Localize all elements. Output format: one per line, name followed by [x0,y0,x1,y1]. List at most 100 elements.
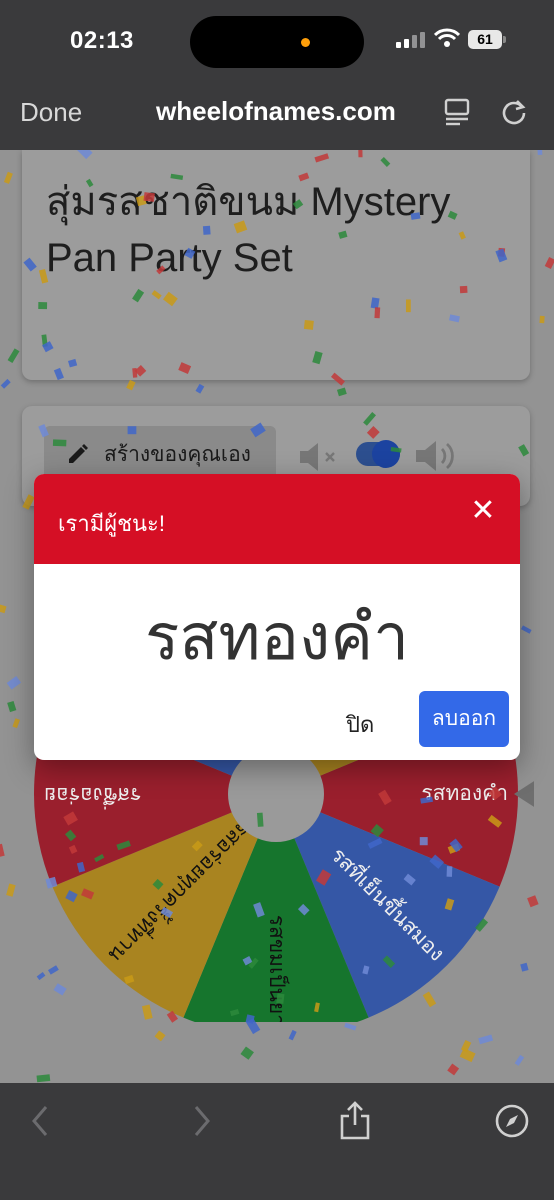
confetti-piece [233,220,248,234]
confetti-piece [518,444,530,457]
confetti-piece [447,1063,460,1076]
share-icon[interactable] [338,1101,372,1141]
confetti-piece [288,1029,297,1041]
close-icon[interactable]: ✕ [468,496,498,526]
confetti-piece [152,878,164,890]
confetti-piece [127,426,137,435]
confetti-piece [312,350,323,365]
confetti-piece [76,150,93,160]
confetti-piece [403,873,416,886]
confetti-piece [458,231,466,240]
confetti-piece [53,983,67,996]
dynamic-island [190,16,364,68]
confetti-piece [374,307,381,319]
confetti-piece [478,1034,494,1045]
confetti-piece [143,192,155,202]
confetti-piece [170,173,184,180]
confetti-piece [38,268,49,284]
reader-mode-icon[interactable] [444,98,470,126]
confetti-piece [520,962,529,972]
confetti-piece [45,876,58,889]
wifi-icon [434,28,460,47]
confetti-piece [405,299,411,313]
confetti-piece [410,212,421,220]
confetti-piece [184,247,196,259]
confetti-piece [422,991,437,1008]
close-button[interactable]: ปิด [346,707,374,742]
battery-cap [503,36,506,43]
confetti-piece [330,372,345,386]
confetti-piece [316,869,332,886]
confetti-piece [178,362,192,374]
confetti-piece [195,383,205,394]
recording-indicator [301,38,310,47]
confetti-piece [53,367,64,381]
confetti-piece [63,811,78,826]
confetti-piece [6,883,16,897]
back-icon[interactable] [28,1103,52,1139]
confetti-piece [76,861,86,873]
forward-icon[interactable] [190,1103,214,1139]
confetti-piece [459,285,468,294]
confetti-piece [240,1046,254,1060]
confetti-piece [123,974,135,985]
browser-top-bar: 02:13 61 Done wheelofnames.com [0,0,554,150]
confetti-piece [487,814,503,828]
confetti-piece [444,898,455,911]
confetti-piece [419,837,428,846]
confetti-piece [154,1030,166,1042]
confetti-piece [370,823,384,838]
confetti-piece [12,718,20,729]
confetti-piece [85,178,94,188]
confetti-piece [0,378,11,389]
confetti-piece [429,854,445,869]
confetti-piece [132,367,138,378]
winner-name: รสทองคำ [144,601,410,673]
confetti-piece [367,837,383,849]
compass-icon[interactable] [494,1103,530,1139]
confetti-piece [7,348,20,363]
confetti-piece [132,288,145,303]
confetti-piece [475,918,489,932]
browser-bottom-bar [0,1083,554,1200]
confetti-piece [116,840,131,851]
confetti-piece [521,625,532,634]
confetti-piece [448,314,460,323]
confetti-piece [191,840,203,852]
confetti-piece [527,895,539,908]
confetti-piece [363,412,377,426]
confetti-piece [0,604,7,614]
status-time: 02:13 [70,27,134,54]
confetti-piece [446,866,453,877]
confetti-piece [126,379,136,391]
confetti-piece [250,422,266,438]
confetti-piece [495,248,508,263]
confetti-piece [358,150,363,158]
confetti-piece [156,265,166,275]
confetti-piece [151,290,162,300]
confetti-piece [141,1004,153,1020]
done-button[interactable]: Done [20,97,82,128]
confetti-piece [68,358,78,368]
confetti-piece [537,150,543,156]
confetti-piece [163,291,178,307]
confetti-piece [539,315,545,324]
confetti-piece [314,153,330,163]
confetti-piece [65,890,78,903]
url-label[interactable]: wheelofnames.com [156,96,396,127]
confetti-piece [94,853,105,863]
reload-icon[interactable] [500,98,528,126]
confetti-piece [166,1010,179,1023]
confetti-piece [362,965,370,975]
winner-dialog-title: เรามีผู้ชนะ! [58,511,165,536]
confetti-piece [366,426,380,439]
winner-dialog: เรามีผู้ชนะ! ✕ รสทองคำ ปิด ลบออก [34,474,520,760]
confetti-piece [3,171,13,184]
confetti-piece [420,796,433,804]
remove-button[interactable]: ลบออก [419,691,509,747]
confetti-piece [380,156,391,167]
confetti-piece [276,993,285,1004]
confetti-piece [297,903,310,916]
confetti-piece [64,829,77,842]
confetti-piece [36,972,46,981]
